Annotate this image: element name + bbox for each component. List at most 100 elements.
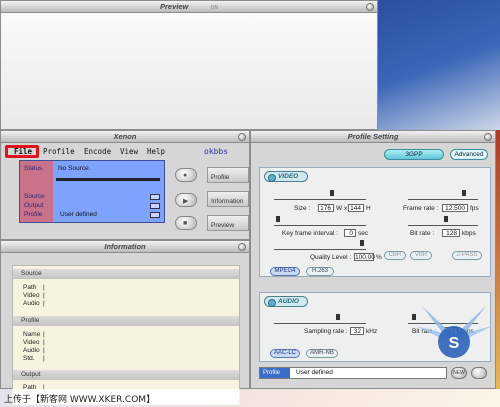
video-section-label: VIDEO xyxy=(264,171,308,182)
profile-value: User defined xyxy=(60,211,97,218)
cbr-button[interactable]: CBR xyxy=(384,251,406,260)
bit-rate-slider-knob[interactable] xyxy=(444,216,448,222)
play-icon: ▶ xyxy=(183,198,189,205)
sampling-rate-slider[interactable] xyxy=(274,314,366,324)
sampling-rate-field[interactable]: 32 xyxy=(350,327,364,335)
size-slider[interactable] xyxy=(274,190,366,200)
source-audio-label: Audio xyxy=(23,300,44,307)
profile-status-tag: Profile xyxy=(260,368,290,378)
section-output: Output xyxy=(13,370,239,380)
tab-profile[interactable]: Profile xyxy=(207,167,249,183)
stop-icon: ■ xyxy=(183,220,188,227)
bit-rate-label: Bit rate : xyxy=(410,230,435,237)
tab-information-label: Information xyxy=(211,198,244,205)
preview-window: Preview ON xyxy=(0,0,378,130)
profile-video-label: Video xyxy=(23,339,44,346)
watermark-logo-icon: S xyxy=(416,306,492,358)
width-field[interactable]: 176 xyxy=(318,204,334,212)
quality-slider[interactable] xyxy=(274,240,366,250)
bit-rate-slider[interactable] xyxy=(408,216,478,226)
frame-rate-unit: fps xyxy=(470,205,479,212)
source-video-label: Video xyxy=(23,292,44,299)
menu-encode[interactable]: Encode xyxy=(84,147,111,156)
encode-button[interactable]: ▶ xyxy=(175,193,197,207)
sampling-rate-unit: kHz xyxy=(366,328,378,335)
xenon-close-icon[interactable] xyxy=(238,133,246,141)
format-3gpp-button[interactable]: 3GPP xyxy=(384,149,444,160)
key-frame-unit: sec xyxy=(358,230,369,237)
output-browse-button[interactable] xyxy=(150,203,160,209)
profile-browse-button[interactable] xyxy=(150,212,160,218)
frame-rate-label: Frame rate : xyxy=(403,205,439,212)
information-title: Information xyxy=(104,242,146,251)
frame-rate-field[interactable]: 12.500 xyxy=(442,204,468,212)
quality-label: Quality Level : xyxy=(310,254,352,261)
profile-label: Profile xyxy=(24,211,43,218)
status-value: No Source. xyxy=(58,165,91,172)
quality-field[interactable]: 100.00 xyxy=(354,253,375,261)
preview-subtitle: ON xyxy=(210,5,218,11)
vbr-button[interactable]: VBR xyxy=(410,251,432,260)
profile-name-label: Name xyxy=(23,331,45,338)
svg-text:S: S xyxy=(449,335,460,352)
stop-button[interactable]: ■ xyxy=(175,216,197,230)
profile-setting-title: Profile Setting xyxy=(347,132,399,141)
aac-lc-codec-button[interactable]: AAC-LC xyxy=(270,349,300,358)
frame-rate-slider[interactable] xyxy=(408,190,478,200)
preview-titlebar[interactable]: Preview ON xyxy=(1,1,377,13)
preview-close-icon[interactable] xyxy=(366,3,374,11)
menu-profile[interactable]: Profile xyxy=(43,147,75,156)
advanced-button[interactable]: Advanced xyxy=(450,149,488,160)
profile-status-value: User defined xyxy=(296,369,333,376)
video-panel: VIDEO Size : 176 W x 144 H Frame rate : … xyxy=(259,167,491,277)
sampling-rate-label: Sampling rate : xyxy=(304,328,348,335)
width-unit: W x xyxy=(336,205,348,212)
quality-unit: % xyxy=(376,254,382,261)
information-close-icon[interactable] xyxy=(238,243,246,251)
tab-preview[interactable]: Preview xyxy=(207,215,249,231)
two-pass-button[interactable]: 2-PASS xyxy=(452,251,482,260)
size-slider-knob[interactable] xyxy=(330,190,334,196)
source-browse-button[interactable] xyxy=(150,194,160,200)
status-display: Status No Source. Source Output Profile … xyxy=(19,160,165,223)
information-panel: Source Path Video Audio Profile Name Vid… xyxy=(12,265,240,405)
profile-setting-titlebar[interactable]: Profile Setting xyxy=(251,131,495,143)
key-frame-field[interactable]: 0 xyxy=(344,229,356,237)
key-frame-label: Key frame interval : xyxy=(282,230,338,237)
menu-view[interactable]: View xyxy=(120,147,138,156)
profile-setting-toolbar: 3GPP Advanced xyxy=(260,145,490,161)
bit-rate-field[interactable]: 128 xyxy=(442,229,460,237)
tab-profile-label: Profile xyxy=(211,174,230,181)
sampling-rate-slider-knob[interactable] xyxy=(336,314,340,320)
information-titlebar[interactable]: Information xyxy=(1,241,249,253)
open-button[interactable]: ● xyxy=(175,168,197,182)
xenon-window: Xenon File Profile Encode View Help okbb… xyxy=(0,130,250,240)
key-frame-slider-knob[interactable] xyxy=(276,216,280,222)
menu-file[interactable]: File xyxy=(14,147,32,156)
tab-preview-label: Preview xyxy=(211,222,235,229)
quality-slider-knob[interactable] xyxy=(360,240,364,246)
source-label: Source xyxy=(24,193,45,200)
profile-audio-label: Audio xyxy=(23,347,44,354)
frame-rate-slider-knob[interactable] xyxy=(462,190,466,196)
h263-codec-button[interactable]: H.263 xyxy=(306,267,334,276)
tab-information[interactable]: Information xyxy=(207,191,249,207)
status-label: Status xyxy=(24,165,43,172)
xenon-titlebar[interactable]: Xenon xyxy=(1,131,249,143)
profile-std-label: Std. xyxy=(23,355,44,362)
preview-canvas xyxy=(1,13,377,129)
preview-title: Preview xyxy=(160,2,189,11)
mpeg4-codec-button[interactable]: MPEG4 xyxy=(270,267,300,276)
amr-nb-codec-button[interactable]: AMR-NB xyxy=(306,349,338,358)
output-label: Output xyxy=(24,202,44,209)
source-path-label: Path xyxy=(23,284,45,291)
height-unit: H xyxy=(366,205,371,212)
section-source: Source xyxy=(13,269,239,279)
menu-help[interactable]: Help xyxy=(147,147,165,156)
desktop-wallpaper xyxy=(378,0,500,130)
brand-text: okbbs xyxy=(204,147,229,156)
profile-setting-close-icon[interactable] xyxy=(484,133,492,141)
height-field[interactable]: 144 xyxy=(348,204,364,212)
key-frame-slider[interactable] xyxy=(274,216,366,226)
progress-bar xyxy=(56,178,160,181)
